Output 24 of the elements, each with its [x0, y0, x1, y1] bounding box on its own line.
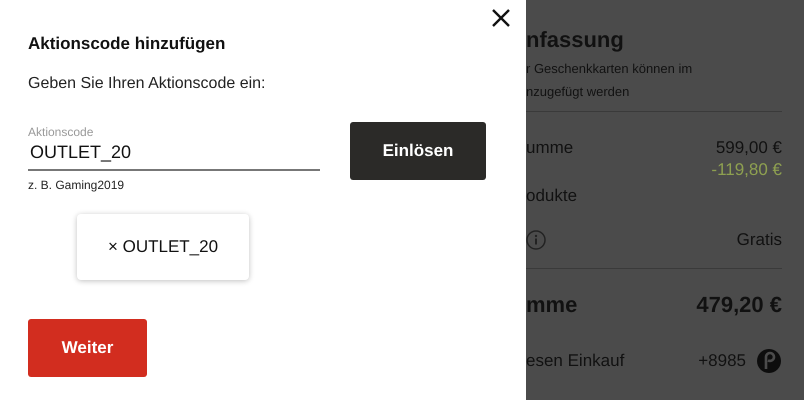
applied-code-chip[interactable]: × OUTLET_20: [77, 214, 249, 280]
field-value: OUTLET_20: [30, 142, 132, 163]
prompt-text: Geben Sie Ihren Aktionscode ein:: [28, 75, 266, 93]
row-label: odukte: [526, 186, 578, 206]
summary-note: nzugefügt werden: [526, 84, 630, 99]
code-field[interactable]: Aktionscode OUTLET_20: [28, 125, 320, 171]
close-icon: [491, 8, 511, 28]
continue-button[interactable]: Weiter: [28, 319, 147, 377]
summary-title: nfassung: [526, 27, 624, 53]
total-value: 479,20 €: [696, 292, 782, 318]
row-label: esen Einkauf: [526, 351, 624, 371]
row-label: umme: [526, 138, 574, 158]
redeem-button[interactable]: Einlösen: [350, 122, 486, 180]
close-button[interactable]: [490, 7, 512, 29]
field-hint: z. B. Gaming2019: [28, 178, 124, 192]
row-value: 599,00 €: [716, 138, 782, 158]
points-logo-icon: [756, 348, 782, 374]
row-value: Gratis: [736, 230, 782, 250]
field-label: Aktionscode: [28, 125, 94, 139]
total-label: mme: [526, 292, 578, 318]
points-value: +8985: [698, 351, 746, 371]
discount-value: -119,80 €: [711, 160, 782, 180]
summary-note: r Geschenkkarten können im: [526, 61, 692, 76]
dialog-title: Aktionscode hinzufügen: [28, 34, 226, 54]
